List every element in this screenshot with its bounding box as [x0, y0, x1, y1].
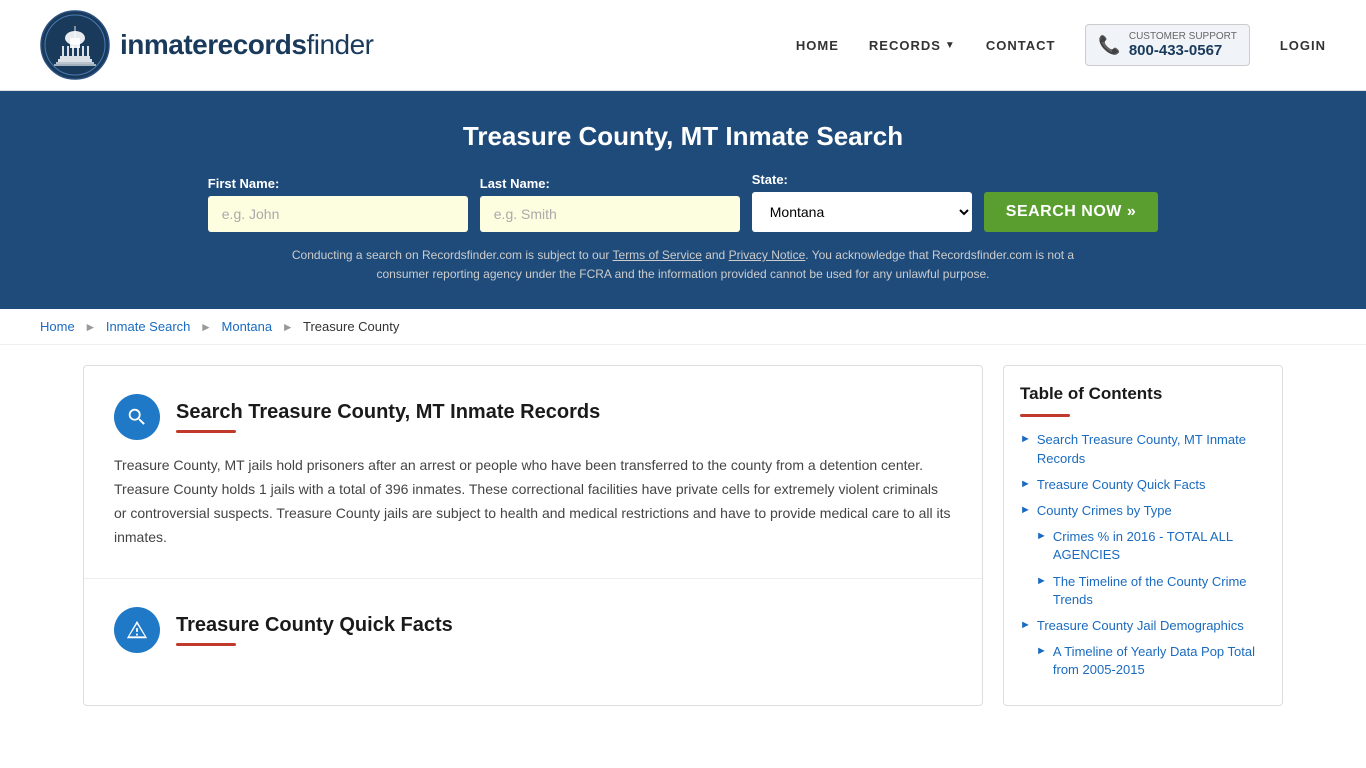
toc-chevron-4: ►	[1036, 530, 1047, 542]
phone-icon: 📞	[1098, 35, 1120, 56]
breadcrumb-sep-3: ►	[282, 320, 294, 334]
info-icon	[126, 619, 148, 641]
main-nav: HOME RECORDS ▼ CONTACT 📞 CUSTOMER SUPPOR…	[796, 24, 1326, 66]
first-name-group: First Name:	[208, 176, 468, 232]
toc-item-2[interactable]: ► Treasure County Quick Facts	[1020, 476, 1266, 494]
section-search-records: Search Treasure County, MT Inmate Record…	[84, 366, 982, 578]
section-header-search: Search Treasure County, MT Inmate Record…	[114, 394, 952, 440]
logo-area: inmaterecordsfinder	[40, 10, 374, 80]
section-title-facts: Treasure County Quick Facts	[176, 614, 453, 646]
nav-home[interactable]: HOME	[796, 38, 839, 53]
breadcrumb-sep-2: ►	[200, 320, 212, 334]
tos-link[interactable]: Terms of Service	[613, 248, 702, 262]
toc-link-1[interactable]: Search Treasure County, MT Inmate Record…	[1037, 431, 1266, 467]
toc-link-2[interactable]: Treasure County Quick Facts	[1037, 476, 1206, 494]
toc-item-7[interactable]: ► A Timeline of Yearly Data Pop Total fr…	[1020, 643, 1266, 679]
breadcrumb-sep-1: ►	[84, 320, 96, 334]
breadcrumb-montana[interactable]: Montana	[222, 319, 273, 334]
search-button[interactable]: SEARCH NOW »	[984, 192, 1158, 232]
toc-link-7[interactable]: A Timeline of Yearly Data Pop Total from…	[1053, 643, 1266, 679]
toc-item-5[interactable]: ► The Timeline of the County Crime Trend…	[1020, 573, 1266, 609]
search-icon	[126, 406, 148, 428]
info-section-icon	[114, 607, 160, 653]
toc-link-6[interactable]: Treasure County Jail Demographics	[1037, 617, 1244, 635]
toc-chevron-2: ►	[1020, 478, 1031, 490]
toc-chevron-1: ►	[1020, 433, 1031, 445]
site-header: inmaterecordsfinder HOME RECORDS ▼ CONTA…	[0, 0, 1366, 91]
section-header-facts: Treasure County Quick Facts	[114, 607, 952, 653]
hero-title: Treasure County, MT Inmate Search	[40, 121, 1326, 152]
last-name-group: Last Name:	[480, 176, 740, 232]
section-title-search: Search Treasure County, MT Inmate Record…	[176, 401, 600, 433]
toc-item-4[interactable]: ► Crimes % in 2016 - TOTAL ALL AGENCIES	[1020, 528, 1266, 564]
toc-chevron-7: ►	[1036, 645, 1047, 657]
privacy-link[interactable]: Privacy Notice	[729, 248, 806, 262]
title-underline	[176, 430, 236, 433]
title-underline-2	[176, 643, 236, 646]
toc-chevron-3: ►	[1020, 504, 1031, 516]
toc-item-3[interactable]: ► County Crimes by Type	[1020, 502, 1266, 520]
toc-item-1[interactable]: ► Search Treasure County, MT Inmate Reco…	[1020, 431, 1266, 467]
customer-support-label: CUSTOMER SUPPORT	[1129, 31, 1237, 42]
nav-contact[interactable]: CONTACT	[986, 38, 1056, 53]
state-label: State:	[752, 172, 788, 187]
sidebar: Table of Contents ► Search Treasure Coun…	[1003, 365, 1283, 706]
nav-records[interactable]: RECORDS ▼	[869, 38, 956, 53]
breadcrumb: Home ► Inmate Search ► Montana ► Treasur…	[0, 309, 1366, 345]
first-name-input[interactable]	[208, 196, 468, 232]
last-name-input[interactable]	[480, 196, 740, 232]
section-quick-facts: Treasure County Quick Facts	[84, 579, 982, 695]
breadcrumb-home[interactable]: Home	[40, 319, 75, 334]
article: Search Treasure County, MT Inmate Record…	[83, 365, 983, 706]
toc-title: Table of Contents	[1020, 384, 1266, 404]
first-name-label: First Name:	[208, 176, 280, 191]
toc-item-6[interactable]: ► Treasure County Jail Demographics	[1020, 617, 1266, 635]
disclaimer-text: Conducting a search on Recordsfinder.com…	[283, 246, 1083, 284]
breadcrumb-current: Treasure County	[303, 319, 399, 334]
customer-support-phone: 800-433-0567	[1129, 42, 1237, 59]
customer-support-box: 📞 CUSTOMER SUPPORT 800-433-0567	[1085, 24, 1249, 66]
toc-link-5[interactable]: The Timeline of the County Crime Trends	[1053, 573, 1266, 609]
logo-icon	[40, 10, 110, 80]
toc-link-3[interactable]: County Crimes by Type	[1037, 502, 1172, 520]
toc-chevron-6: ►	[1020, 619, 1031, 631]
search-form: First Name: Last Name: State: Montana SE…	[40, 172, 1326, 232]
toc-underline	[1020, 414, 1070, 417]
chevron-down-icon: ▼	[945, 40, 956, 51]
customer-support-info: CUSTOMER SUPPORT 800-433-0567	[1129, 31, 1237, 59]
breadcrumb-inmate-search[interactable]: Inmate Search	[106, 319, 191, 334]
logo-text: inmaterecordsfinder	[120, 29, 374, 61]
hero-section: Treasure County, MT Inmate Search First …	[0, 91, 1366, 309]
toc-box: Table of Contents ► Search Treasure Coun…	[1003, 365, 1283, 706]
nav-login[interactable]: LOGIN	[1280, 38, 1326, 53]
last-name-label: Last Name:	[480, 176, 550, 191]
state-group: State: Montana	[752, 172, 972, 232]
toc-chevron-5: ►	[1036, 575, 1047, 587]
search-section-icon	[114, 394, 160, 440]
main-content: Search Treasure County, MT Inmate Record…	[43, 345, 1323, 726]
state-select[interactable]: Montana	[752, 192, 972, 232]
toc-link-4[interactable]: Crimes % in 2016 - TOTAL ALL AGENCIES	[1053, 528, 1266, 564]
